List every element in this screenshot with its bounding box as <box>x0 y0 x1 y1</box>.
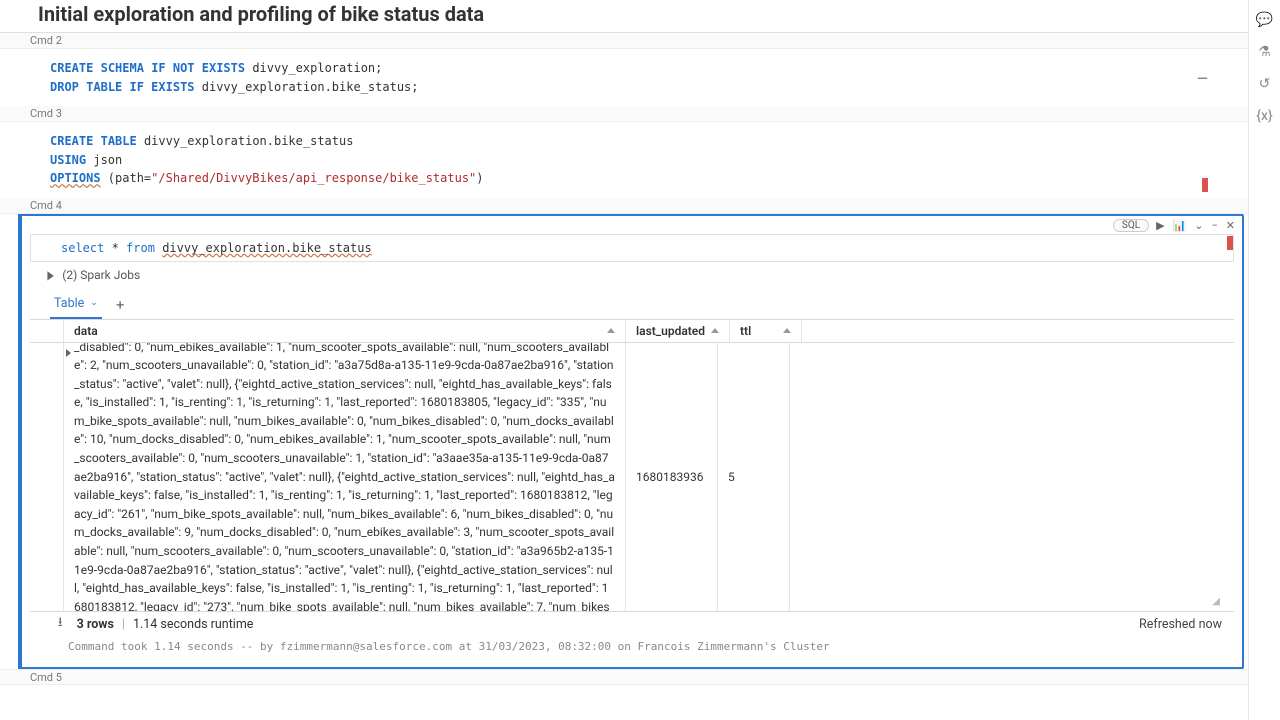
experiments-icon[interactable]: ⚗ <box>1258 44 1271 60</box>
result-tabs: Table ⌄ + <box>22 288 1242 319</box>
comments-icon[interactable]: 💬 <box>1256 12 1273 28</box>
cell-label-5[interactable]: Cmd 5 <box>0 669 1248 685</box>
runtime-label: 1.14 seconds runtime <box>133 617 253 632</box>
notebook-header: Initial exploration and profiling of bik… <box>0 0 1248 33</box>
active-cell-4: SQL ▶ 📊 ⌄ − ✕ select * from divvy_explor… <box>20 214 1244 669</box>
code-cell-4[interactable]: select * from divvy_exploration.bike_sta… <box>30 234 1234 262</box>
spark-jobs-label: (2) Spark Jobs <box>62 268 140 282</box>
cell-label-2[interactable]: Cmd 2 <box>0 33 1248 49</box>
history-icon[interactable]: ↺ <box>1259 76 1271 92</box>
error-marker-icon <box>1227 236 1233 250</box>
code-content-3[interactable]: CREATE TABLE divvy_exploration.bike_stat… <box>50 132 1214 188</box>
page-title: Initial exploration and profiling of bik… <box>38 2 1232 26</box>
cell-label-4[interactable]: Cmd 4 <box>0 198 1248 214</box>
code-content-4[interactable]: select * from divvy_exploration.bike_sta… <box>61 239 1203 257</box>
code-cell-3[interactable]: CREATE TABLE divvy_exploration.bike_stat… <box>0 122 1248 198</box>
chevron-down-icon[interactable]: ⌄ <box>1193 219 1204 232</box>
minimize-icon[interactable]: − <box>1210 219 1218 232</box>
result-table: data last_updated ttl {"stations": [{"ei… <box>30 319 1234 611</box>
caret-right-icon: ▶ <box>47 268 53 282</box>
sort-icon[interactable] <box>607 328 615 333</box>
code-cell-2[interactable]: CREATE SCHEMA IF NOT EXISTS divvy_explor… <box>0 49 1248 106</box>
collapse-icon[interactable]: − <box>1197 65 1208 93</box>
cell-toolbar: SQL ▶ 📊 ⌄ − ✕ <box>1113 219 1236 232</box>
download-icon[interactable]: ⭳ <box>58 613 63 635</box>
cell-label-3[interactable]: Cmd 3 <box>0 106 1248 122</box>
row-index-header[interactable] <box>30 320 64 342</box>
cell-ttl[interactable]: 5 <box>718 343 790 611</box>
row-index-cell <box>30 343 64 611</box>
code-content-2[interactable]: CREATE SCHEMA IF NOT EXISTS divvy_explor… <box>50 59 1214 96</box>
add-tab-button[interactable]: + <box>116 296 125 314</box>
chevron-down-icon[interactable]: ⌄ <box>90 298 98 308</box>
error-marker-icon <box>1202 178 1208 192</box>
active-cell-header: SQL ▶ 📊 ⌄ − ✕ <box>22 216 1242 234</box>
command-status: Command took 1.14 seconds -- by fzimmerm… <box>30 638 1234 653</box>
spark-jobs-row[interactable]: ▶ (2) Spark Jobs <box>22 262 1242 288</box>
table-header-row: data last_updated ttl <box>30 320 1234 343</box>
column-header-ttl[interactable]: ttl <box>730 320 802 342</box>
tab-table[interactable]: Table ⌄ <box>50 292 102 319</box>
result-footer: ⭳ 3 rows | 1.14 seconds runtime Refreshe… <box>30 611 1234 637</box>
language-pill[interactable]: SQL <box>1113 219 1149 232</box>
notebook-main: Initial exploration and profiling of bik… <box>0 0 1248 720</box>
row-count: 3 rows <box>77 617 114 632</box>
sort-icon[interactable] <box>783 328 791 333</box>
variables-icon[interactable]: {x} <box>1256 108 1272 124</box>
column-header-last-updated[interactable]: last_updated <box>626 320 730 342</box>
run-icon[interactable]: ▶ <box>1155 219 1165 232</box>
tab-table-label: Table <box>54 296 84 311</box>
column-header-data[interactable]: data <box>64 320 626 342</box>
right-rail: 💬 ⚗ ↺ {x} <box>1248 0 1280 720</box>
table-row[interactable]: {"stations": [{"eightd_active_station_se… <box>30 343 1234 611</box>
close-icon[interactable]: ✕ <box>1225 219 1236 232</box>
refreshed-label: Refreshed now <box>1139 617 1222 632</box>
cell-data[interactable]: {"stations": [{"eightd_active_station_se… <box>64 343 626 611</box>
cell-last-updated[interactable]: 1680183936 <box>626 343 718 611</box>
expand-row-icon[interactable] <box>66 349 71 357</box>
sort-icon[interactable] <box>711 328 719 333</box>
chart-icon[interactable]: 📊 <box>1172 219 1188 232</box>
resize-handle-icon[interactable]: ◢ <box>1212 596 1220 607</box>
